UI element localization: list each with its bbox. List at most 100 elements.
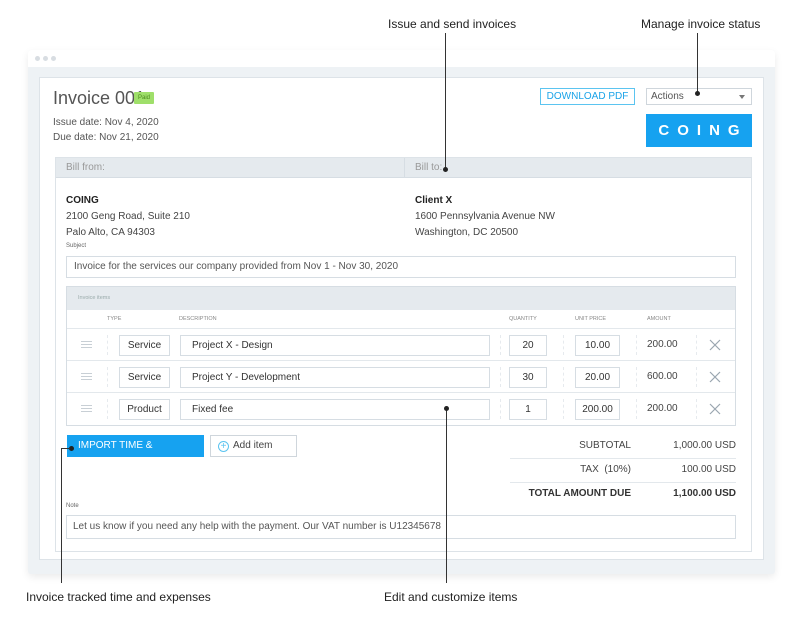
tax-row: TAX (10%) 100.00 USD — [510, 459, 736, 483]
divider — [636, 335, 637, 355]
type-field[interactable]: Product — [119, 399, 170, 420]
callout-line — [446, 409, 447, 583]
amount-value: 600.00 — [647, 371, 678, 382]
quantity-input[interactable]: 1 — [509, 399, 547, 420]
to-line1: 1600 Pennsylvania Avenue NW — [415, 211, 555, 222]
col-type: TYPE — [107, 316, 122, 322]
table-row: Service Project Y - Development 30 20.00… — [67, 361, 735, 393]
callout-line — [445, 33, 446, 169]
tax-value: 100.00 USD — [681, 464, 736, 475]
bill-from-address: COING 2100 Geng Road, Suite 210 Palo Alt… — [66, 193, 190, 241]
callout-manage-status: Manage invoice status — [641, 17, 761, 31]
quantity-input[interactable]: 30 — [509, 367, 547, 388]
callout-edit-items: Edit and customize items — [384, 590, 518, 604]
add-item-button[interactable]: + Add item — [210, 435, 297, 457]
table-row: Service Project X - Design 20 10.00 200.… — [67, 329, 735, 361]
tax-label: TAX (10%) — [580, 464, 631, 475]
quantity-input[interactable]: 20 — [509, 335, 547, 356]
col-unit-price: UNIT PRICE — [575, 316, 607, 322]
amount-value: 200.00 — [647, 339, 678, 350]
column-headers: TYPE DESCRIPTION QUANTITY UNIT PRICE AMO… — [67, 310, 735, 329]
subtotal-value: 1,000.00 USD — [673, 440, 736, 451]
drag-handle-icon[interactable] — [81, 373, 92, 382]
total-value: 1,100.00 USD — [673, 488, 736, 499]
divider — [563, 367, 564, 387]
callout-dot — [695, 91, 700, 96]
window-dot-icon — [35, 56, 40, 61]
unit-price-input[interactable]: 10.00 — [575, 335, 620, 356]
issue-date: Issue date: Nov 4, 2020 — [53, 117, 159, 128]
divider — [636, 367, 637, 387]
bill-to-label: Bill to: — [415, 162, 443, 173]
unit-price-input[interactable]: 20.00 — [575, 367, 620, 388]
status-badge: Paid — [134, 92, 155, 104]
divider — [500, 335, 501, 355]
total-row: TOTAL AMOUNT DUE 1,100.00 USD — [510, 483, 736, 507]
col-quantity: QUANTITY — [509, 316, 537, 322]
window-titlebar — [28, 50, 775, 67]
divider — [107, 367, 108, 387]
window-dot-icon — [43, 56, 48, 61]
amount-value: 200.00 — [647, 403, 678, 414]
callout-line — [697, 33, 698, 93]
divider — [696, 399, 697, 419]
callout-dot — [443, 167, 448, 172]
import-time-expenses-button[interactable]: IMPORT TIME & EXPENSES — [67, 435, 204, 473]
chevron-down-icon — [739, 95, 745, 99]
to-name: Client X — [415, 195, 453, 206]
table-row: Product Fixed fee 1 200.00 200.00 — [67, 393, 735, 425]
divider — [636, 399, 637, 419]
from-name: COING — [66, 195, 99, 206]
type-field[interactable]: Service — [119, 367, 170, 388]
unit-price-input[interactable]: 200.00 — [575, 399, 620, 420]
divider — [696, 367, 697, 387]
divider — [696, 335, 697, 355]
divider — [563, 399, 564, 419]
remove-item-icon[interactable] — [708, 338, 722, 352]
billing-section: Bill from: Bill to: COING 2100 Geng Road… — [55, 157, 752, 552]
description-input[interactable]: Project Y - Development — [180, 367, 490, 388]
note-input[interactable]: Let us know if you need any help with th… — [66, 515, 736, 539]
subtotal-row: SUBTOTAL 1,000.00 USD — [510, 435, 736, 459]
totals-section: SUBTOTAL 1,000.00 USD TAX (10%) 100.00 U… — [510, 435, 736, 507]
divider — [404, 158, 405, 178]
total-label: TOTAL AMOUNT DUE — [528, 488, 631, 499]
callout-line — [61, 448, 62, 583]
callout-line — [61, 448, 70, 449]
divider — [500, 399, 501, 419]
from-line1: 2100 Geng Road, Suite 210 — [66, 211, 190, 222]
drag-handle-icon[interactable] — [81, 341, 92, 350]
remove-item-icon[interactable] — [708, 370, 722, 384]
to-line2: Washington, DC 20500 — [415, 227, 519, 238]
drag-handle-icon[interactable] — [81, 405, 92, 414]
add-item-label: Add item — [233, 440, 273, 451]
download-pdf-button[interactable]: DOWNLOAD PDF — [540, 88, 635, 105]
company-logo: COING — [646, 114, 752, 147]
col-amount: AMOUNT — [647, 316, 671, 322]
bill-from-label: Bill from: — [66, 162, 105, 173]
subtotal-label: SUBTOTAL — [579, 440, 631, 451]
divider — [107, 399, 108, 419]
actions-label: Actions — [651, 91, 684, 102]
invoice-dates: Issue date: Nov 4, 2020 Due date: Nov 21… — [53, 115, 159, 145]
bill-to-address: Client X 1600 Pennsylvania Avenue NW Was… — [415, 193, 555, 241]
description-input[interactable]: Project X - Design — [180, 335, 490, 356]
invoice-title: Invoice 001 — [53, 88, 146, 108]
bill-header: Bill from: Bill to: — [56, 158, 751, 178]
divider — [107, 335, 108, 355]
window-dot-icon — [51, 56, 56, 61]
invoice-card: Invoice 001 Paid Issue date: Nov 4, 2020… — [39, 77, 764, 560]
remove-item-icon[interactable] — [708, 402, 722, 416]
callout-issue-send: Issue and send invoices — [388, 17, 517, 31]
subject-input[interactable]: Invoice for the services our company pro… — [66, 256, 736, 278]
note-label: Note — [66, 503, 79, 509]
plus-circle-icon: + — [218, 441, 229, 452]
due-date: Due date: Nov 21, 2020 — [53, 132, 159, 143]
callout-dot — [444, 406, 449, 411]
invoice-items-header: Invoice items — [67, 287, 735, 310]
divider — [500, 367, 501, 387]
callout-import-tracked: Invoice tracked time and expenses — [26, 590, 211, 604]
app-window: Invoice 001 Paid Issue date: Nov 4, 2020… — [28, 50, 775, 574]
subject-label: Subject — [66, 243, 87, 249]
type-field[interactable]: Service — [119, 335, 170, 356]
